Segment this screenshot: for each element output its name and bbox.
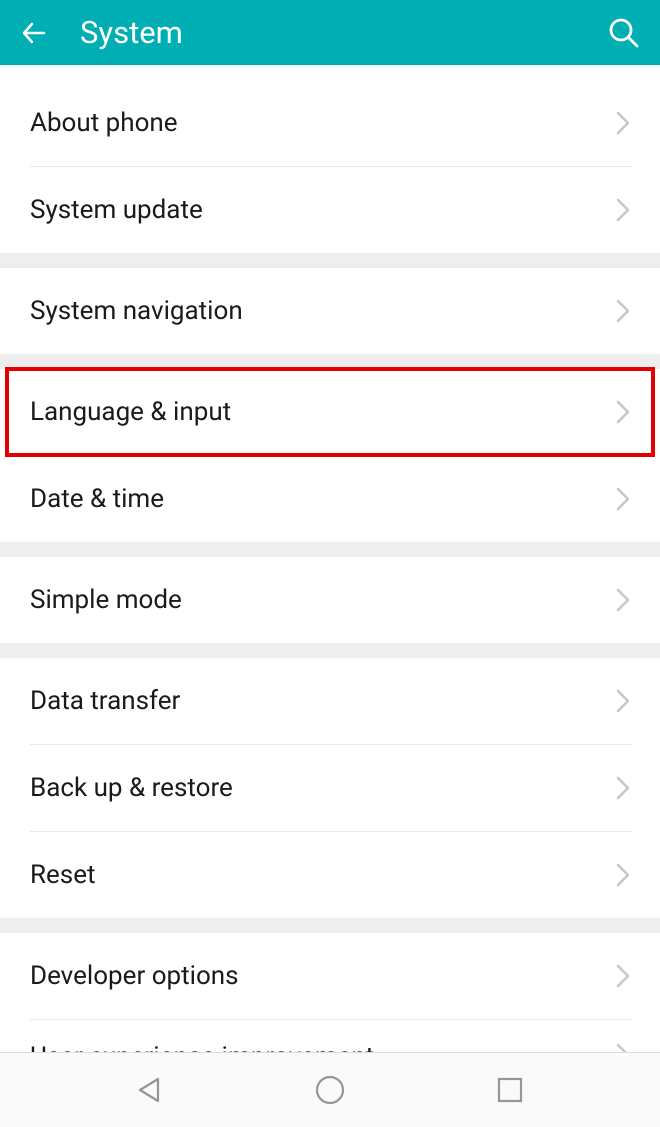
chevron-right-icon — [614, 686, 632, 716]
app-header: System — [0, 0, 660, 65]
nav-recent-button[interactable] — [491, 1071, 529, 1109]
square-recent-icon — [496, 1076, 524, 1104]
circle-home-icon — [314, 1074, 346, 1106]
chevron-right-icon — [614, 195, 632, 225]
item-label: Developer options — [30, 961, 614, 991]
item-label: System update — [30, 195, 614, 225]
item-reset[interactable]: Reset — [0, 832, 660, 918]
item-system-navigation[interactable]: System navigation — [0, 268, 660, 354]
page-title: System — [80, 14, 606, 51]
nav-home-button[interactable] — [311, 1071, 349, 1109]
item-label: User experience improvement — [30, 1042, 614, 1052]
item-label: System navigation — [30, 296, 614, 326]
item-label: Reset — [30, 860, 614, 890]
chevron-right-icon — [614, 1040, 632, 1052]
chevron-right-icon — [614, 296, 632, 326]
item-about-phone[interactable]: About phone — [0, 80, 660, 166]
item-label: Back up & restore — [30, 773, 614, 803]
settings-list: About phone System update System navigat… — [0, 65, 660, 1052]
item-label: Language & input — [30, 397, 614, 427]
item-back-up-restore[interactable]: Back up & restore — [0, 745, 660, 831]
chevron-right-icon — [614, 484, 632, 514]
back-button[interactable] — [18, 17, 50, 49]
search-icon — [607, 16, 641, 50]
triangle-back-icon — [135, 1075, 165, 1105]
chevron-right-icon — [614, 585, 632, 615]
nav-back-button[interactable] — [131, 1071, 169, 1109]
item-developer-options[interactable]: Developer options — [0, 933, 660, 1019]
item-label: About phone — [30, 108, 614, 138]
chevron-right-icon — [614, 773, 632, 803]
arrow-left-icon — [18, 17, 50, 49]
chevron-right-icon — [614, 961, 632, 991]
chevron-right-icon — [614, 397, 632, 427]
chevron-right-icon — [614, 860, 632, 890]
system-navbar — [0, 1052, 660, 1127]
chevron-right-icon — [614, 108, 632, 138]
item-language-input[interactable]: Language & input — [0, 369, 660, 455]
item-date-time[interactable]: Date & time — [0, 456, 660, 542]
search-button[interactable] — [606, 15, 642, 51]
item-user-experience[interactable]: User experience improvement — [0, 1020, 660, 1052]
item-label: Date & time — [30, 484, 614, 514]
item-simple-mode[interactable]: Simple mode — [0, 557, 660, 643]
item-data-transfer[interactable]: Data transfer — [0, 658, 660, 744]
item-label: Simple mode — [30, 585, 614, 615]
item-system-update[interactable]: System update — [0, 167, 660, 253]
item-label: Data transfer — [30, 686, 614, 716]
